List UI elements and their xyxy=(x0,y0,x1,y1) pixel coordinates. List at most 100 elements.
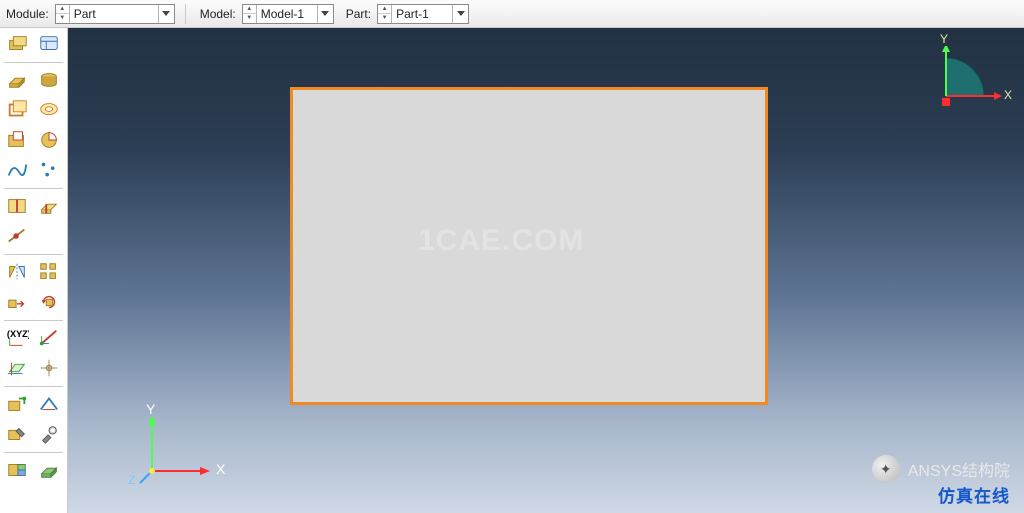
repair-geometry-icon xyxy=(5,393,29,418)
color-code-button[interactable] xyxy=(2,457,32,485)
model-value: Model-1 xyxy=(257,7,317,21)
create-solid-revolve-button[interactable] xyxy=(34,67,64,95)
toolbox-row xyxy=(2,97,65,125)
part-dropdown-button[interactable] xyxy=(452,5,468,23)
module-value: Part xyxy=(70,7,158,21)
create-shell-revolve-icon xyxy=(37,99,61,124)
create-solid-extrude-button[interactable] xyxy=(2,67,32,95)
create-part-icon xyxy=(5,33,29,58)
chevron-down-icon xyxy=(162,11,170,16)
rotate-button[interactable] xyxy=(34,289,64,317)
site-brand: 仿真在线 xyxy=(938,482,1010,507)
toolbox-row xyxy=(2,223,65,251)
datum-point-button[interactable] xyxy=(34,355,64,383)
partition-cell-button[interactable] xyxy=(34,193,64,221)
create-cut-extrude-icon xyxy=(5,129,29,154)
separator xyxy=(185,4,186,24)
toolbox-row xyxy=(2,259,65,287)
model-spinner[interactable]: ▲▼ xyxy=(243,5,257,23)
query-geometry-button[interactable] xyxy=(34,391,64,419)
create-wire-button[interactable] xyxy=(2,157,32,185)
toolbox-separator xyxy=(4,62,63,63)
create-part-button[interactable] xyxy=(2,31,32,59)
color-code-icon xyxy=(5,459,29,484)
toolbox-row xyxy=(2,193,65,221)
create-cut-extrude-button[interactable] xyxy=(2,127,32,155)
model-combo[interactable]: ▲▼ Model-1 xyxy=(242,4,334,24)
part-value: Part-1 xyxy=(392,7,452,21)
toolbox-separator xyxy=(4,452,63,453)
part-manager-icon xyxy=(37,33,61,58)
toolbox-row xyxy=(2,157,65,185)
axis-y-label: Y xyxy=(146,401,155,417)
toolbox-row xyxy=(2,127,65,155)
module-combo[interactable]: ▲▼ Part xyxy=(55,4,175,24)
attribution-caption: ✦ ANSYS结构院 xyxy=(872,455,1010,483)
datum-csys-icon: (XYZ) xyxy=(5,327,29,352)
axis-y2-label: Y xyxy=(940,32,948,46)
toolbox-row xyxy=(2,421,65,449)
create-cut-revolve-button[interactable] xyxy=(34,127,64,155)
axis-z-label: Z xyxy=(128,473,135,487)
create-cut-revolve-icon xyxy=(37,129,61,154)
geometry-edit-button[interactable] xyxy=(2,421,32,449)
wechat-icon: ✦ xyxy=(872,455,900,483)
translate-button[interactable] xyxy=(2,289,32,317)
toolbox-separator xyxy=(4,254,63,255)
part-spinner[interactable]: ▲▼ xyxy=(378,5,392,23)
viewport[interactable]: 1CAE.COM X Y Z xyxy=(68,28,1024,513)
geometry-tools-button[interactable] xyxy=(34,421,64,449)
datum-axis-button[interactable] xyxy=(34,325,64,353)
mirror-button[interactable] xyxy=(2,259,32,287)
attribution-text: ANSYS结构院 xyxy=(908,457,1010,481)
partition-face-button[interactable] xyxy=(2,193,32,221)
model-dropdown-button[interactable] xyxy=(317,5,333,23)
module-spinner[interactable]: ▲▼ xyxy=(56,5,70,23)
toolbox-row xyxy=(2,289,65,317)
rotate-icon xyxy=(37,291,61,316)
pattern-icon xyxy=(37,261,61,286)
module-dropdown-button[interactable] xyxy=(158,5,174,23)
create-shell-extrude-button[interactable] xyxy=(2,97,32,125)
render-style-icon xyxy=(37,459,61,484)
axis-x-label: X xyxy=(216,461,225,477)
part-combo[interactable]: ▲▼ Part-1 xyxy=(377,4,469,24)
toolbox-separator xyxy=(4,386,63,387)
triad-top-right: X Y xyxy=(936,46,1006,116)
part-toolbox: (XYZ) xyxy=(0,28,68,513)
datum-plane-icon xyxy=(5,357,29,382)
datum-plane-button[interactable] xyxy=(2,355,32,383)
create-solid-extrude-icon xyxy=(5,69,29,94)
toolbox-row: (XYZ) xyxy=(2,325,65,353)
create-point-button[interactable] xyxy=(34,157,64,185)
query-geometry-icon xyxy=(37,393,61,418)
toolbox-separator xyxy=(4,320,63,321)
geometry-edit-icon xyxy=(5,423,29,448)
datum-axis-icon xyxy=(37,327,61,352)
create-solid-revolve-icon xyxy=(37,69,61,94)
toolbox-row xyxy=(2,457,65,485)
partition-cell-icon xyxy=(37,195,61,220)
part-manager-button[interactable] xyxy=(34,31,64,59)
repair-geometry-button[interactable] xyxy=(2,391,32,419)
watermark-text: 1CAE.COM xyxy=(418,224,584,258)
toolbox-row xyxy=(2,67,65,95)
context-toolbar: Module: ▲▼ Part Model: ▲▼ Model-1 Part: … xyxy=(0,0,1024,28)
create-shell-revolve-button[interactable] xyxy=(34,97,64,125)
partition-edge-icon xyxy=(5,225,29,250)
render-style-button[interactable] xyxy=(34,457,64,485)
toolbox-row xyxy=(2,391,65,419)
triad-bottom-left: X Y Z xyxy=(132,411,242,491)
toolbox-separator xyxy=(4,188,63,189)
create-wire-icon xyxy=(5,159,29,184)
module-label: Module: xyxy=(6,7,51,21)
svg-text:(XYZ): (XYZ) xyxy=(7,329,29,339)
translate-icon xyxy=(5,291,29,316)
datum-csys-button[interactable]: (XYZ) xyxy=(2,325,32,353)
pattern-button[interactable] xyxy=(34,259,64,287)
toolbox-row xyxy=(2,355,65,383)
model-label: Model: xyxy=(192,7,238,21)
partition-edge-button[interactable] xyxy=(2,223,32,251)
axis-x2-label: X xyxy=(1004,88,1012,102)
mirror-icon xyxy=(5,261,29,286)
